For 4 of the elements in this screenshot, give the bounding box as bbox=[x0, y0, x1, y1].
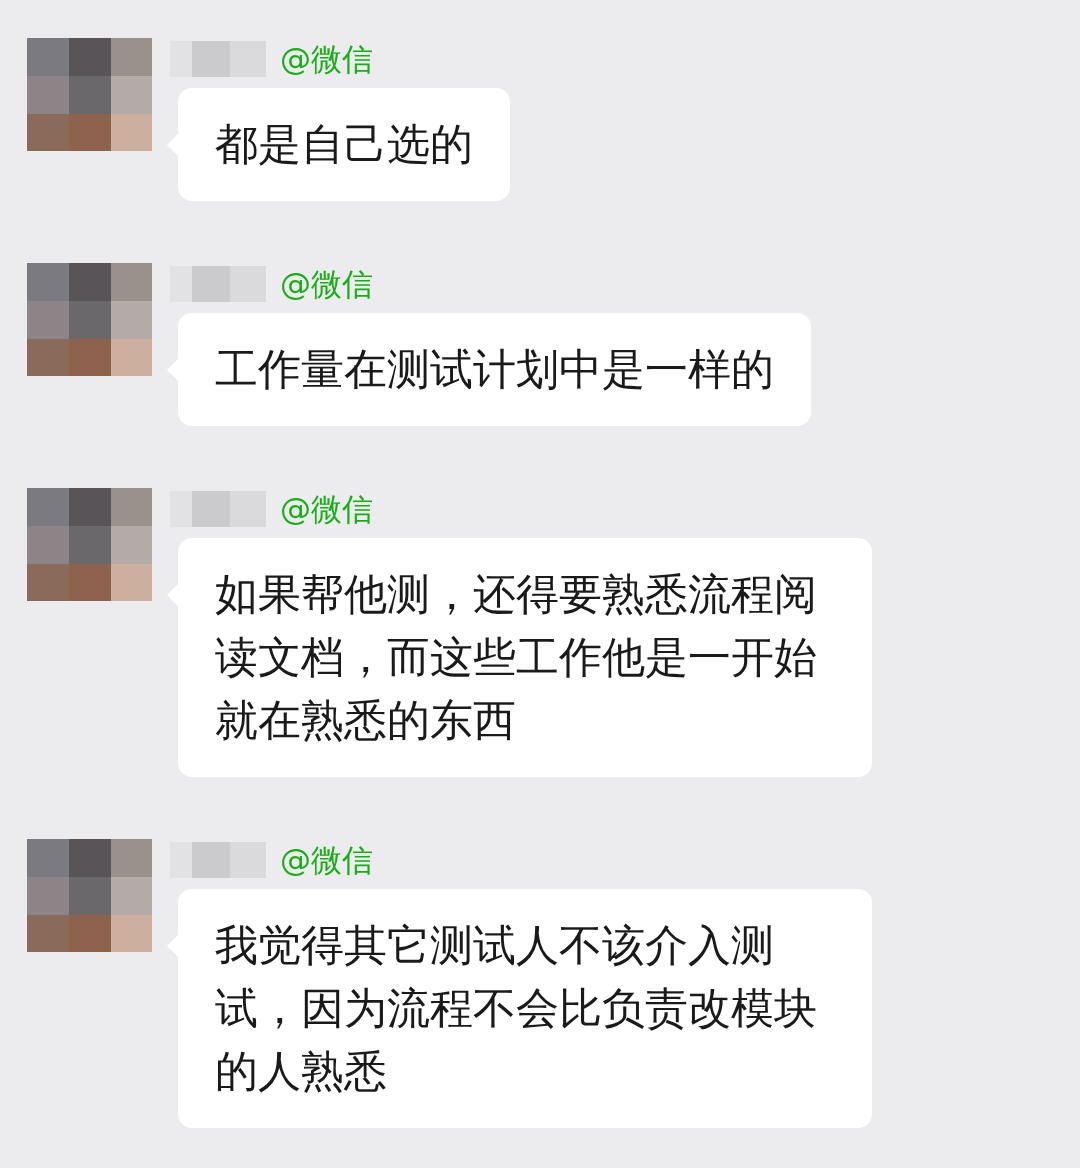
sender-name: @微信 bbox=[280, 40, 373, 79]
sender-name: @微信 bbox=[280, 265, 373, 304]
sender-name: @微信 bbox=[280, 841, 373, 880]
sender-name: @微信 bbox=[280, 490, 373, 529]
